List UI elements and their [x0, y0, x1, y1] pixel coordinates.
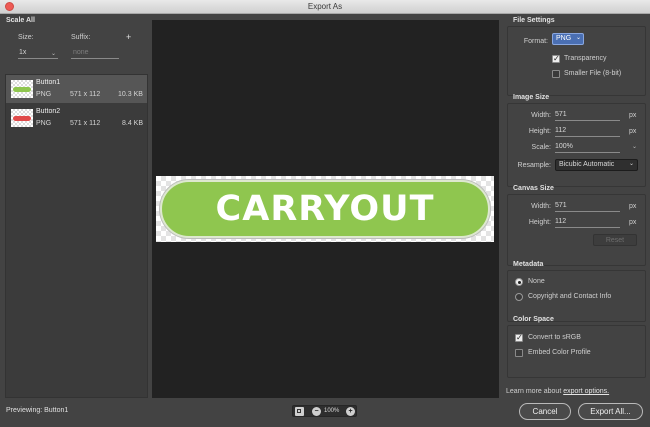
canvas-width-input[interactable]: 571	[555, 202, 620, 212]
cancel-button[interactable]: Cancel	[519, 403, 571, 420]
image-size-title: Image Size	[513, 94, 550, 101]
chevron-down-icon: ⌄	[628, 161, 634, 167]
learn-more-text: Learn more about export options.	[506, 388, 609, 395]
embed-profile-label: Embed Color Profile	[528, 349, 591, 356]
window-title: Export As	[307, 2, 343, 11]
resample-select[interactable]: Bicubic Automatic ⌄	[555, 159, 638, 171]
settings-panel: File Settings Format: PNG ⌄ ✓ Transparen…	[503, 14, 650, 398]
metadata-title: Metadata	[513, 261, 544, 268]
asset-thumbnail	[11, 80, 33, 98]
add-scale-button[interactable]: +	[126, 32, 131, 42]
scale-label: Scale:	[531, 144, 551, 151]
chevron-down-icon: ⌄	[575, 35, 581, 41]
checkmark-icon: ✓	[553, 54, 560, 63]
previewing-label: Previewing: Button1	[6, 407, 69, 414]
asset-dimensions: 571 x 112	[70, 91, 101, 98]
image-width-label: Width:	[531, 112, 551, 119]
scale-input[interactable]: 100%	[555, 143, 620, 153]
reset-button[interactable]: Reset	[593, 234, 637, 246]
color-space-title: Color Space	[513, 316, 554, 323]
file-settings-title: File Settings	[513, 17, 555, 24]
asset-list: Button1 PNG 571 x 112 10.3 KB Button2 PN…	[5, 74, 148, 398]
size-select[interactable]: 1x ⌄	[18, 49, 58, 59]
canvas-width-label: Width:	[531, 203, 551, 210]
format-label: Format:	[523, 38, 548, 45]
suffix-label: Suffix:	[71, 34, 91, 41]
transparency-label: Transparency	[564, 55, 607, 62]
preview-button-text: CARRYOUT	[215, 189, 435, 229]
asset-dimensions: 571 x 112	[70, 120, 101, 127]
asset-item-button2[interactable]: Button2 PNG 571 x 112 8.4 KB	[6, 104, 147, 132]
radio-dot-icon	[518, 281, 521, 284]
convert-srgb-checkbox[interactable]: ✓	[515, 333, 523, 342]
image-width-input[interactable]: 571	[555, 111, 620, 121]
zoom-control: − 100% +	[292, 405, 357, 417]
metadata-none-label: None	[528, 278, 545, 285]
export-options-link[interactable]: export options.	[563, 388, 609, 395]
thumbnail-button-shape	[13, 116, 31, 121]
metadata-none-radio[interactable]	[515, 278, 523, 286]
image-height-unit: px	[629, 128, 637, 135]
format-select[interactable]: PNG ⌄	[552, 33, 584, 45]
chevron-down-icon: ⌄	[50, 51, 56, 57]
image-height-label: Height:	[528, 128, 551, 135]
asset-thumbnail	[11, 109, 33, 127]
asset-filesize: 8.4 KB	[122, 120, 144, 127]
size-label: Size:	[18, 34, 34, 41]
canvas-height-unit: px	[629, 219, 637, 226]
thumbnail-button-shape	[13, 87, 31, 92]
size-value: 1x	[19, 49, 27, 56]
preview-area: CARRYOUT	[152, 20, 499, 398]
suffix-input[interactable]: none	[71, 49, 119, 59]
export-all-button[interactable]: Export All...	[578, 403, 643, 420]
transparency-checkbox[interactable]: ✓	[552, 54, 560, 63]
suffix-placeholder: none	[73, 49, 89, 56]
canvas-size-title: Canvas Size	[513, 185, 554, 192]
canvas-width-unit: px	[629, 203, 637, 210]
format-value: PNG	[556, 35, 572, 42]
learn-more-prefix: Learn more about	[506, 388, 564, 395]
metadata-copyright-radio[interactable]	[515, 293, 523, 301]
smaller-file-checkbox[interactable]	[552, 70, 560, 78]
scale-all-title: Scale All	[6, 17, 35, 24]
fit-to-view-icon[interactable]	[295, 407, 304, 416]
canvas-height-label: Height:	[528, 219, 551, 226]
metadata-copyright-label: Copyright and Contact Info	[528, 293, 612, 300]
resample-label: Resample:	[517, 162, 551, 169]
preview-canvas: CARRYOUT	[156, 176, 494, 242]
zoom-in-button[interactable]: +	[346, 407, 355, 416]
asset-name: Button2	[36, 108, 61, 115]
image-height-input[interactable]: 112	[555, 127, 620, 137]
zoom-value: 100%	[324, 408, 340, 414]
resample-value: Bicubic Automatic	[559, 161, 615, 168]
convert-srgb-label: Convert to sRGB	[528, 334, 581, 341]
checkmark-icon: ✓	[516, 333, 523, 342]
smaller-file-label: Smaller File (8-bit)	[564, 70, 622, 77]
asset-format: PNG	[36, 120, 52, 127]
image-width-unit: px	[629, 112, 637, 119]
embed-profile-checkbox[interactable]	[515, 349, 523, 357]
fit-icon-inner	[297, 409, 301, 413]
scale-chevron-icon[interactable]: ⌄	[632, 143, 637, 150]
left-panel: Scale All Size: Suffix: + 1x ⌄ none Butt…	[0, 14, 150, 398]
asset-filesize: 10.3 KB	[118, 91, 143, 98]
canvas-height-input[interactable]: 112	[555, 218, 620, 228]
asset-item-button1[interactable]: Button1 PNG 571 x 112 10.3 KB	[6, 75, 147, 103]
footer-bar: Previewing: Button1 − 100% + Cancel Expo…	[0, 398, 650, 427]
preview-button-graphic: CARRYOUT	[160, 180, 490, 238]
title-bar: Export As	[0, 0, 650, 14]
asset-name: Button1	[36, 79, 61, 86]
zoom-out-button[interactable]: −	[312, 407, 321, 416]
asset-format: PNG	[36, 91, 52, 98]
